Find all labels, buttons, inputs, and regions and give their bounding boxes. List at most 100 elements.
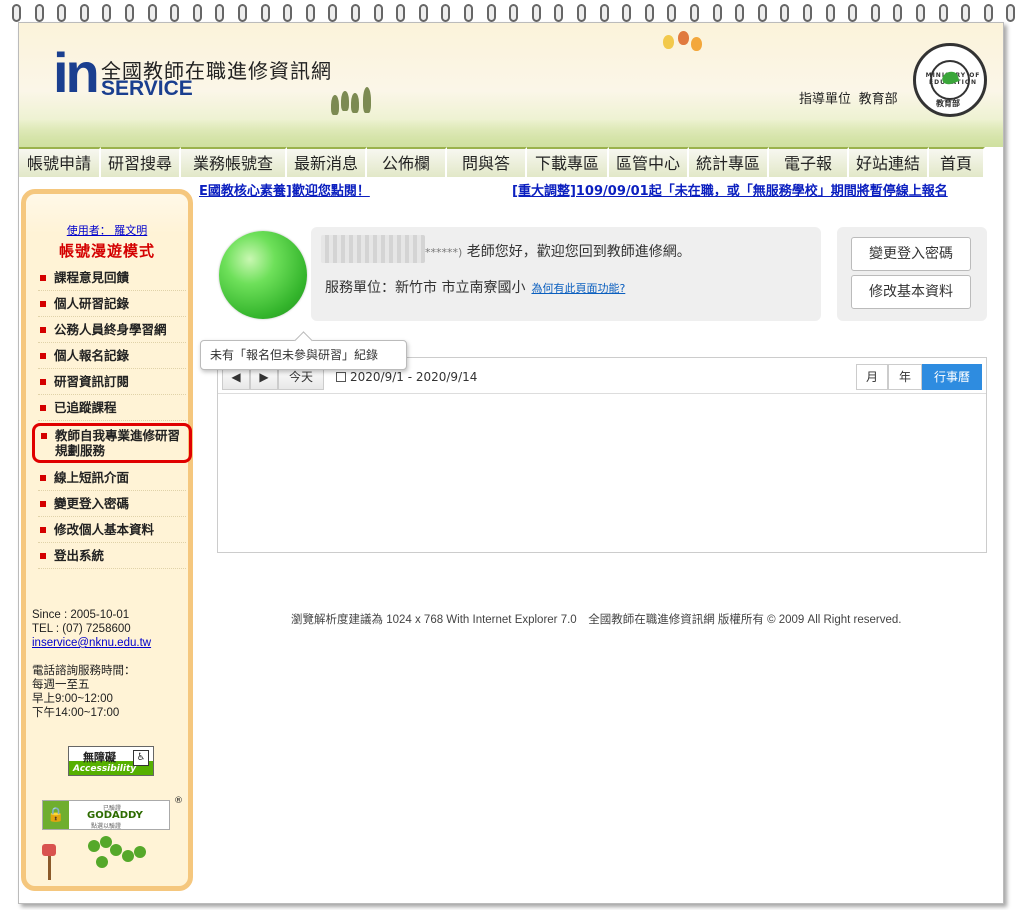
bullet-icon — [40, 379, 46, 385]
calendar-widget: ◀ ▶ 今天 2020/9/1 - 2020/9/14 月年行事曆 — [217, 357, 987, 553]
binding-ring-icon — [735, 4, 745, 22]
sidebar-menu-label: 個人研習記錄 — [54, 296, 130, 311]
user-name-link[interactable]: 使用者： 羅文明 — [26, 222, 188, 238]
binding-ring-icon — [599, 4, 609, 22]
page-footer: 瀏覽解析度建議為 1024 x 768 With Internet Explor… — [291, 614, 902, 626]
phone-number: TEL : (07) 7258600 — [32, 623, 131, 635]
binding-ring-icon — [305, 4, 315, 22]
binding-ring-icon — [373, 4, 383, 22]
binding-ring-icon — [644, 4, 654, 22]
marquee-link-major-adjustment[interactable]: [重大調整]109/09/01起「未在職，或「無服務學校」期間將暫停線上報名 — [512, 180, 948, 198]
binding-ring-icon — [803, 4, 812, 22]
sidebar-menu-label: 修改個人基本資料 — [54, 522, 155, 537]
binding-ring-icon — [622, 4, 632, 22]
edit-profile-button[interactable]: 修改基本資料 — [851, 275, 971, 309]
calendar-view-button[interactable]: 年 — [888, 364, 922, 390]
accessibility-badge[interactable]: 無障礙 Accessibility ♿ — [68, 746, 154, 776]
binding-ring-icon — [893, 4, 903, 22]
clover-icon — [110, 844, 122, 856]
masked-identity — [321, 235, 425, 263]
calendar-range-text: 2020/9/1 - 2020/9/14 — [350, 370, 478, 384]
clover-icon — [122, 850, 134, 862]
balloon-icon — [678, 31, 689, 45]
calendar-view-button[interactable]: 月 — [856, 364, 888, 390]
binding-ring-icon — [961, 4, 971, 22]
sidebar-menu-item[interactable]: 登出系統 — [38, 543, 186, 569]
change-password-button[interactable]: 變更登入密碼 — [851, 237, 971, 271]
banner-hills — [19, 119, 1003, 147]
service-hours-days: 每週一至五 — [32, 679, 90, 691]
binding-ring-icon — [938, 4, 948, 22]
accessibility-icon: ♿ — [133, 750, 149, 766]
guide-org: 教育部 — [858, 91, 898, 106]
sidebar-menu-item[interactable]: 線上短訊介面 — [38, 465, 186, 491]
sidebar-menu-item[interactable]: 個人研習記錄 — [38, 291, 186, 317]
binding-ring-icon — [351, 4, 360, 22]
sidebar-decoration — [26, 834, 188, 886]
email-link[interactable]: inservice@nknu.edu.tw — [32, 637, 151, 649]
nav-item-11[interactable]: 首頁 — [929, 147, 985, 177]
sidebar-menu-item[interactable]: 公務人員終身學習網 — [38, 317, 186, 343]
sidebar: 使用者： 羅文明 帳號漫遊模式 課程意見回饋 個人研習記錄 公務人員終身學習網 個人報… — [21, 189, 193, 891]
binding-ring-icon — [577, 4, 586, 22]
nav-item-7[interactable]: 區管中心 — [609, 147, 689, 177]
why-this-page-link[interactable]: 為何有此頁面功能? — [531, 282, 625, 295]
godaddy-verified-badge[interactable]: 🔒 已驗證 GODADDY 點選以驗證 — [42, 800, 170, 830]
calendar-icon — [336, 372, 346, 382]
bullet-icon — [41, 433, 47, 439]
sidebar-menu-item[interactable]: 課程意見回饋 — [38, 265, 186, 291]
binding-ring-icon — [870, 4, 880, 22]
no-record-tooltip: 未有「報名但未參與研習」紀錄 — [200, 340, 407, 370]
balloon-icon — [663, 35, 674, 49]
service-hours-title: 電話諮詢服務時間： — [32, 665, 136, 677]
main-nav: 帳號申請 研習搜尋 業務帳號查 最新消息 公佈欄 問與答 下載專區 區管中心 統計專區 電子報 好站… — [19, 147, 1003, 177]
nav-item-1[interactable]: 研習搜尋 — [101, 147, 181, 177]
binding-ring-icon — [554, 4, 564, 22]
tree-icon — [341, 91, 349, 111]
binding-ring-icon — [147, 4, 157, 22]
binding-ring-icon — [509, 4, 519, 22]
sidebar-menu-item[interactable]: 已追蹤課程 — [38, 395, 186, 421]
bullet-icon — [40, 353, 46, 359]
sidebar-menu-item[interactable]: 個人報名記錄 — [38, 343, 186, 369]
registered-mark: ® — [174, 796, 183, 806]
nav-item-10[interactable]: 好站連結 — [849, 147, 929, 177]
nav-item-6[interactable]: 下載專區 — [527, 147, 609, 177]
sidebar-menu-label: 研習資訊訂閱 — [54, 374, 130, 389]
status-green-ball-icon — [219, 231, 307, 319]
sidebar-menu-label: 變更登入密碼 — [54, 496, 130, 511]
tree-icon — [331, 95, 339, 115]
tree-icon — [351, 93, 359, 113]
nav-item-4[interactable]: 公佈欄 — [367, 147, 447, 177]
sidebar-menu-item[interactable]: 研習資訊訂閱 — [38, 369, 186, 395]
bullet-icon — [40, 327, 46, 333]
nav-item-8[interactable]: 統計專區 — [689, 147, 769, 177]
ministry-of-education-seal-icon[interactable]: MINISTRY OF EDUCATION 教育部 — [913, 43, 987, 117]
sidebar-menu-label: 公務人員終身學習網 — [54, 322, 167, 337]
nav-item-2[interactable]: 業務帳號查 — [181, 147, 287, 177]
nav-item-0[interactable]: 帳號申請 — [19, 147, 101, 177]
site-logo-in[interactable]: in — [53, 45, 100, 101]
godaddy-badge-bottom: 點選以驗證 — [91, 823, 122, 830]
nav-item-5[interactable]: 問與答 — [447, 147, 527, 177]
binding-ring-icon — [260, 4, 270, 22]
binding-ring-icon — [34, 4, 44, 22]
sidebar-menu-item[interactable]: 變更登入密碼 — [38, 491, 186, 517]
sidebar-menu-item[interactable]: 教師自我專業進修研習規劃服務 — [32, 423, 192, 463]
clover-icon — [88, 840, 100, 852]
binding-ring-icon — [916, 4, 925, 22]
calendar-view-button[interactable]: 行事曆 — [922, 364, 982, 390]
bullet-icon — [40, 553, 46, 559]
marquee-link-core-literacy[interactable]: E國教核心素養]歡迎您點閱！ — [199, 180, 370, 198]
news-marquee: E國教核心素養]歡迎您點閱！ [重大調整]109/09/01起「未在職，或「無服… — [199, 178, 1003, 198]
binding-ring-icon — [215, 4, 225, 22]
nav-item-3[interactable]: 最新消息 — [287, 147, 367, 177]
nav-item-9[interactable]: 電子報 — [769, 147, 849, 177]
binding-ring-icon — [238, 4, 247, 22]
binding-ring-icon — [464, 4, 473, 22]
binding-ring-icon — [57, 4, 67, 22]
sidebar-menu-item[interactable]: 修改個人基本資料 — [38, 517, 186, 543]
sidebar-menu-label: 課程意見回饋 — [54, 270, 130, 285]
bullet-icon — [40, 275, 46, 281]
binding-ring-icon — [396, 4, 406, 22]
